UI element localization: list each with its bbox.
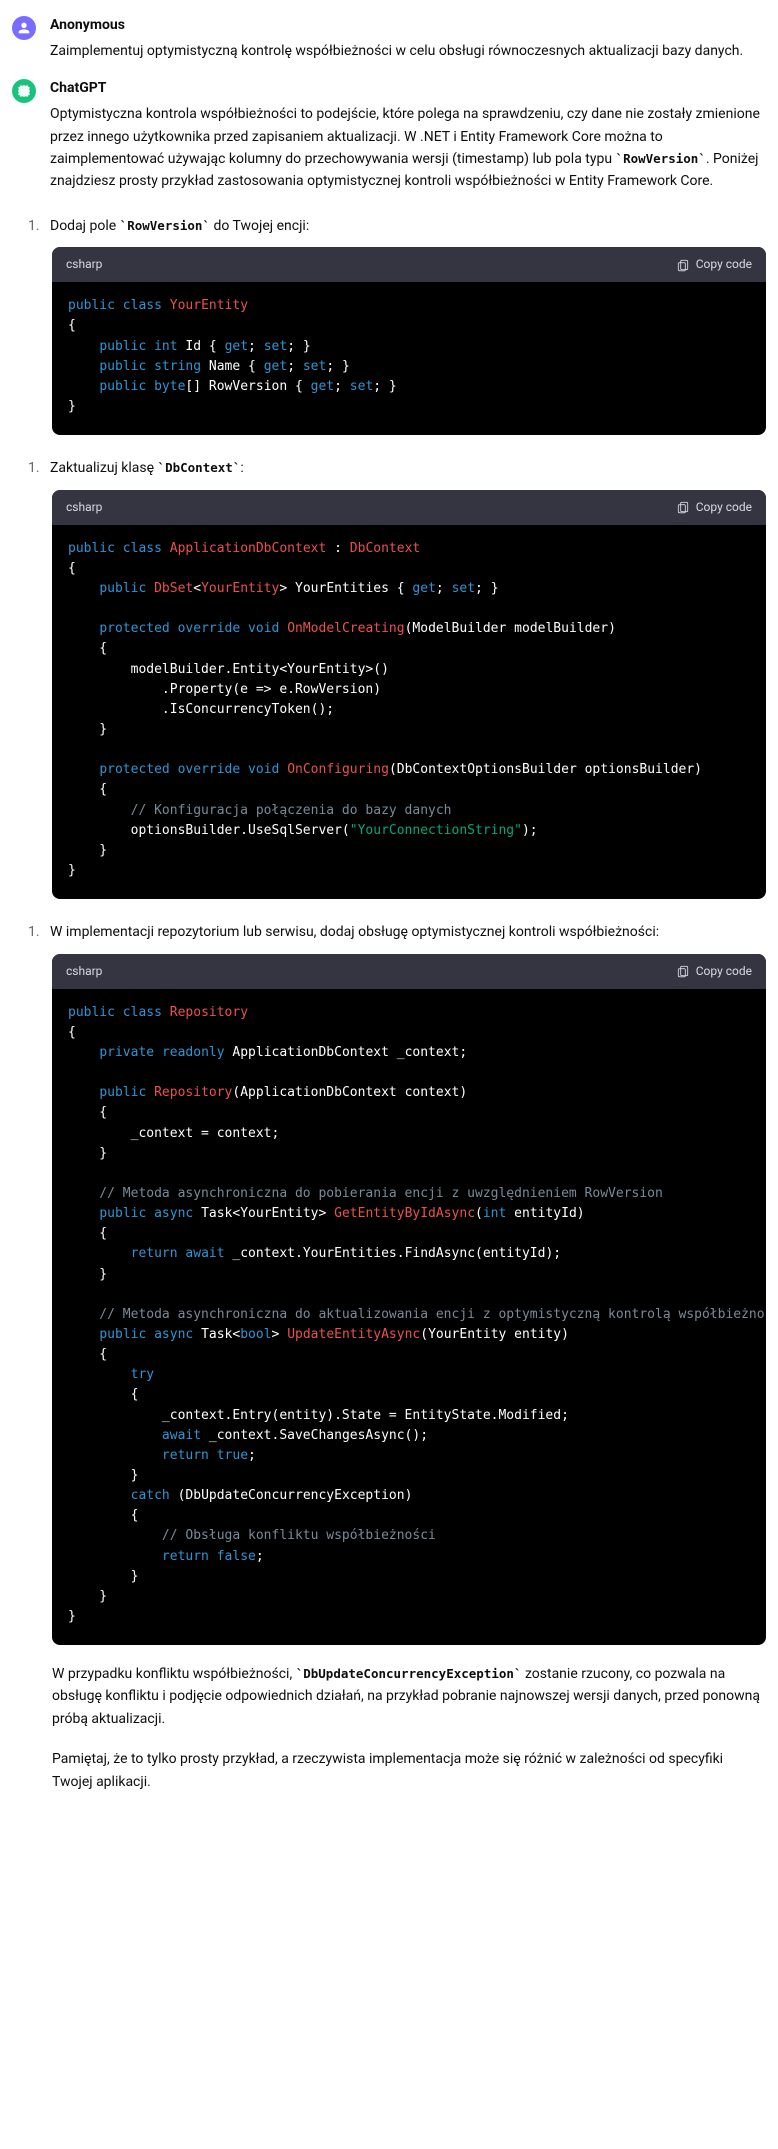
user-avatar [12,16,36,40]
user-message-text: Zaimplementuj optymistyczną kontrolę wsp… [50,40,766,62]
assistant-author-label: ChatGPT [50,77,766,99]
inline-code: `DbUpdateConcurrencyException` [296,1666,522,1681]
inline-code: `RowVersion` [120,218,210,233]
code-block-1: csharp Copy code public class YourEntity… [52,247,766,435]
code-lang-label: csharp [66,498,102,517]
user-author-label: Anonymous [50,14,766,36]
code-body[interactable]: public class ApplicationDbContext : DbCo… [52,525,766,899]
clipboard-icon [676,964,690,978]
inline-code: `DbContext` [158,460,241,475]
assistant-message: ChatGPT Optymistyczna kontrola współbież… [12,77,766,193]
user-icon [16,20,32,36]
assistant-avatar [12,79,36,103]
code-block-3: csharp Copy code public class Repository… [52,954,766,1646]
list-item: 1. Zaktualizuj klasę `DbContext`: [12,457,766,479]
code-lang-label: csharp [66,255,102,274]
copy-code-button[interactable]: Copy code [676,498,752,517]
inline-code: `RowVersion` [616,151,706,166]
step-2-text: Zaktualizuj klasę `DbContext`: [50,457,766,479]
code-body[interactable]: public class Repository { private readon… [52,989,766,1645]
step-1-text: Dodaj pole `RowVersion` do Twojej encji: [50,215,766,237]
copy-code-button[interactable]: Copy code [676,962,752,981]
outro-paragraph-2: Pamiętaj, że to tylko prosty przykład, a… [52,1748,766,1793]
copy-code-button[interactable]: Copy code [676,255,752,274]
clipboard-icon [676,258,690,272]
outro-paragraph-1: W przypadku konfliktu współbieżności, `D… [52,1663,766,1730]
list-item: 1. Dodaj pole `RowVersion` do Twojej enc… [12,215,766,237]
list-item: 1. W implementacji repozytorium lub serw… [12,921,766,943]
code-block-2: csharp Copy code public class Applicatio… [52,490,766,900]
step-3-text: W implementacji repozytorium lub serwisu… [50,921,766,943]
code-body[interactable]: public class YourEntity { public int Id … [52,282,766,435]
clipboard-icon [676,500,690,514]
code-lang-label: csharp [66,962,102,981]
assistant-intro: Optymistyczna kontrola współbieżności to… [50,103,766,193]
user-message: Anonymous Zaimplementuj optymistyczną ko… [12,14,766,63]
openai-icon [16,83,32,99]
